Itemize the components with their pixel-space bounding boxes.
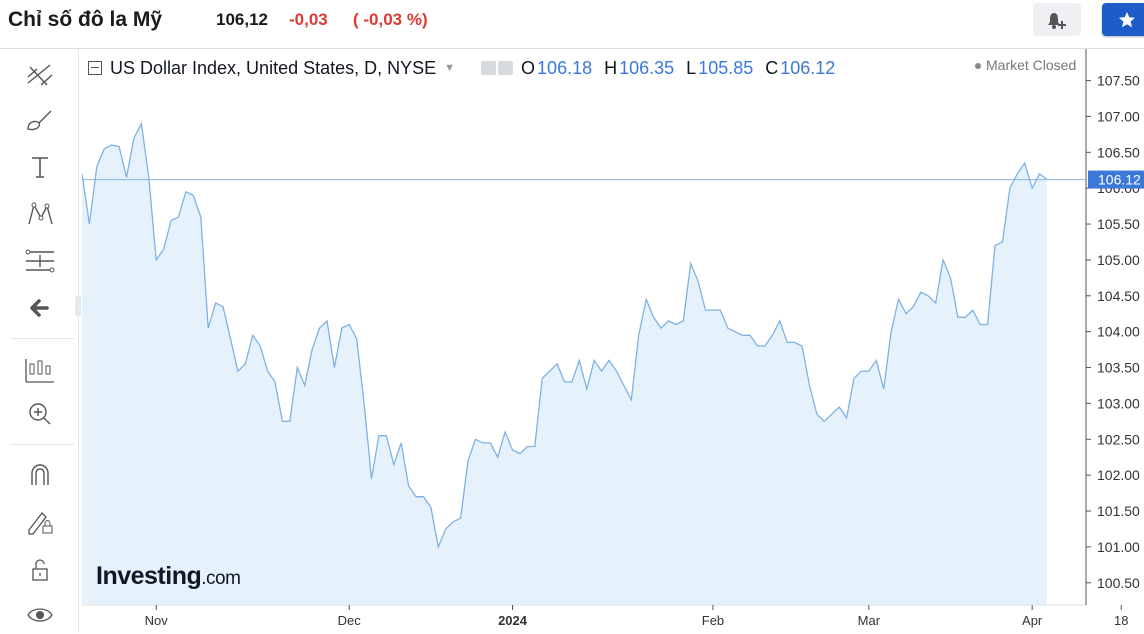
visibility-tool[interactable]	[20, 597, 60, 633]
x-tick-label: 18	[1114, 613, 1128, 628]
back-arrow-icon	[30, 299, 49, 317]
back-arrow-tool[interactable]	[20, 290, 60, 326]
brush-tool[interactable]	[20, 103, 60, 139]
zoom-in-tool[interactable]	[20, 396, 60, 432]
unlock-icon	[32, 559, 48, 581]
close-value: 106.12	[780, 57, 836, 78]
status-dot-icon	[975, 63, 981, 70]
page-title: Chỉ số đô la Mỹ	[8, 8, 163, 31]
unlock-tool[interactable]	[20, 552, 60, 588]
high-value: 106.35	[619, 57, 675, 78]
price-change-percent: ( -0,03 %)	[353, 10, 428, 29]
magnet-tool[interactable]	[20, 457, 60, 493]
y-tick-label: 106.50	[1097, 144, 1140, 160]
star-icon	[1119, 11, 1135, 27]
last-price: 106,12	[216, 10, 268, 29]
bell-plus-icon	[1048, 12, 1066, 29]
legend-settings[interactable]	[481, 61, 514, 75]
indicators-tool[interactable]	[20, 352, 60, 388]
chevron-down-icon[interactable]: ▼	[444, 62, 455, 74]
add-to-watchlist-button[interactable]	[1102, 3, 1144, 36]
last-price-label: 106.12	[1098, 172, 1141, 188]
crosshair-lines-icon	[27, 64, 53, 86]
lock-drawing-tool[interactable]	[20, 504, 60, 540]
x-tick-label: 2024	[498, 613, 528, 628]
x-tick-label: Nov	[145, 613, 169, 628]
pattern-icon	[28, 202, 53, 225]
logo-suffix: .com	[201, 568, 241, 589]
toolbar-divider	[10, 338, 74, 339]
x-tick-label: Apr	[1022, 613, 1043, 628]
x-tick-label: Dec	[338, 613, 362, 628]
price-chart[interactable]: 107.50107.00106.50106.00105.50105.00104.…	[82, 49, 1144, 633]
x-tick-label: Feb	[702, 613, 724, 628]
toolbar-divider	[10, 444, 74, 445]
pattern-tool[interactable]	[20, 196, 60, 232]
visibility-toggle-icon[interactable]	[481, 61, 497, 75]
y-tick-label: 102.50	[1097, 431, 1140, 447]
y-tick-label: 104.50	[1097, 288, 1140, 304]
price-change: -0,03	[289, 10, 328, 29]
open-value: 106.18	[537, 57, 593, 78]
collapse-legend-icon[interactable]	[88, 61, 102, 75]
y-tick-label: 103.50	[1097, 360, 1140, 376]
y-tick-label: 102.00	[1097, 467, 1140, 483]
y-tick-label: 107.00	[1097, 108, 1140, 124]
y-tick-label: 105.50	[1097, 216, 1140, 232]
x-tick-label: Mar	[858, 613, 881, 628]
brush-icon	[27, 110, 52, 131]
y-tick-label: 100.50	[1097, 575, 1140, 591]
toolbar-collapse-handle[interactable]	[75, 296, 81, 316]
create-alert-button[interactable]	[1033, 3, 1081, 36]
chart-legend: US Dollar Index, United States, D, NYSE …	[88, 56, 839, 80]
y-tick-label: 105.00	[1097, 252, 1140, 268]
y-tick-label: 107.50	[1097, 73, 1140, 89]
market-status: Market Closed	[975, 57, 1076, 73]
fib-tool[interactable]	[20, 243, 60, 279]
text-icon	[32, 157, 48, 178]
y-tick-label: 101.00	[1097, 539, 1140, 555]
magnet-icon	[31, 464, 49, 485]
y-tick-label: 101.50	[1097, 503, 1140, 519]
zoom-in-icon	[29, 403, 51, 425]
investing-logo: Investing.com	[96, 562, 241, 591]
close-label: C	[765, 57, 779, 78]
logo-brand: Investing	[96, 562, 202, 590]
page-header: Chỉ số đô la Mỹ 106,12 -0,03 ( -0,03 %)	[0, 0, 1144, 44]
market-status-text: Market Closed	[986, 57, 1077, 73]
y-tick-label: 103.00	[1097, 395, 1140, 411]
text-tool[interactable]	[20, 149, 60, 185]
eye-icon	[27, 608, 53, 622]
low-label: L	[686, 57, 697, 78]
open-label: O	[521, 57, 536, 78]
settings-icon[interactable]	[498, 61, 514, 75]
drawing-toolbar	[0, 49, 79, 633]
lock-drawing-icon	[28, 512, 53, 535]
symbol-name[interactable]: US Dollar Index, United States, D, NYSE	[110, 58, 436, 79]
y-tick-label: 104.00	[1097, 324, 1140, 340]
fib-tool-icon	[25, 249, 55, 273]
low-value: 105.85	[698, 57, 754, 78]
crosshair-lines-tool[interactable]	[20, 57, 60, 93]
high-label: H	[604, 57, 618, 78]
indicators-icon	[25, 359, 54, 383]
